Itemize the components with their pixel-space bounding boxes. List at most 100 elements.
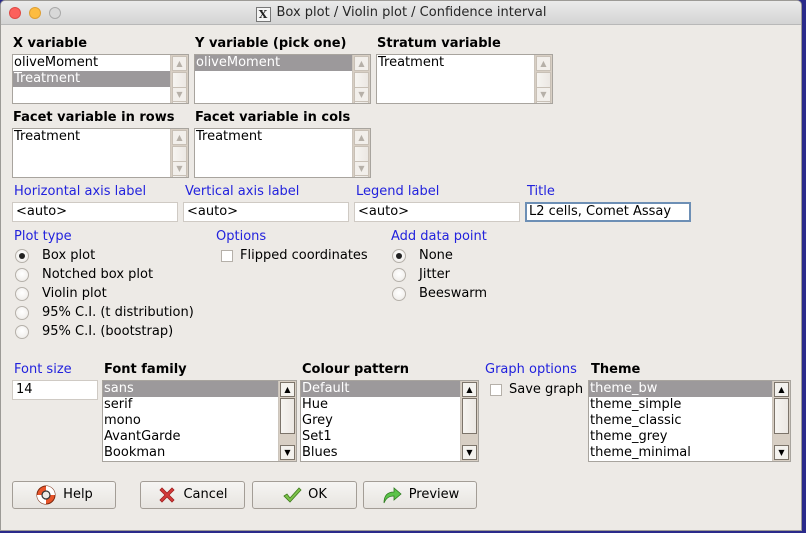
radio-selected[interactable] bbox=[392, 249, 406, 263]
list-item[interactable]: Bookman bbox=[103, 445, 278, 461]
graph-options-label: Graph options bbox=[485, 362, 577, 377]
ok-button[interactable]: OK bbox=[252, 481, 357, 509]
scroll-up-arrow-icon[interactable]: ▲ bbox=[536, 56, 551, 71]
data-point-beeswarm[interactable]: Beeswarm bbox=[392, 285, 492, 303]
scroll-up-arrow-icon[interactable]: ▲ bbox=[172, 130, 187, 145]
plot-type-box-plot[interactable]: Box plot bbox=[15, 247, 185, 265]
scroll-down-arrow-icon[interactable]: ▼ bbox=[774, 445, 789, 460]
data-point-jitter[interactable]: Jitter bbox=[392, 266, 492, 284]
checkbox[interactable] bbox=[221, 250, 233, 262]
radio-unselected[interactable] bbox=[392, 287, 406, 301]
scroll-down-arrow-icon[interactable]: ▼ bbox=[536, 87, 551, 102]
font-family-listbox[interactable]: sans serif mono AvantGarde Bookman ▲ ▼ bbox=[102, 380, 297, 462]
list-item[interactable]: Hue bbox=[301, 397, 460, 413]
scroll-down-arrow-icon[interactable]: ▼ bbox=[172, 87, 187, 102]
cancel-button[interactable]: Cancel bbox=[140, 481, 245, 509]
facet-cols-listbox[interactable]: Treatment ▲ ▼ bbox=[194, 128, 371, 178]
list-item[interactable]: theme_simple bbox=[589, 397, 772, 413]
scroll-down-arrow-icon[interactable]: ▼ bbox=[462, 445, 477, 460]
horizontal-axis-label-input[interactable]: <auto> bbox=[12, 202, 178, 222]
scrollbar[interactable]: ▲ ▼ bbox=[352, 55, 370, 103]
plot-type-ci-t[interactable]: 95% C.I. (t distribution) bbox=[15, 304, 205, 322]
title-input[interactable]: L2 cells, Comet Assay bbox=[525, 202, 691, 222]
y-variable-label: Y variable (pick one) bbox=[195, 36, 347, 51]
list-item[interactable]: AvantGarde bbox=[103, 429, 278, 445]
list-item[interactable]: theme_grey bbox=[589, 429, 772, 445]
scroll-down-arrow-icon[interactable]: ▼ bbox=[280, 445, 295, 460]
theme-listbox[interactable]: theme_bw theme_simple theme_classic them… bbox=[588, 380, 791, 462]
list-item[interactable]: oliveMoment bbox=[195, 55, 352, 71]
radio-selected[interactable] bbox=[15, 249, 29, 263]
scroll-thumb[interactable] bbox=[774, 398, 789, 434]
lifebuoy-icon bbox=[36, 485, 56, 505]
preview-button[interactable]: Preview bbox=[363, 481, 477, 509]
list-item[interactable]: Treatment bbox=[377, 55, 534, 71]
list-item[interactable]: Treatment bbox=[13, 129, 170, 145]
plot-type-label: Plot type bbox=[14, 229, 72, 244]
list-item[interactable]: sans bbox=[103, 381, 278, 397]
scroll-up-arrow-icon[interactable]: ▲ bbox=[354, 56, 369, 71]
scroll-down-arrow-icon[interactable]: ▼ bbox=[354, 161, 369, 176]
scrollbar[interactable]: ▲ ▼ bbox=[772, 381, 790, 461]
scroll-up-arrow-icon[interactable]: ▲ bbox=[280, 382, 295, 397]
checkbox[interactable] bbox=[490, 384, 502, 396]
plot-type-notched-box-plot[interactable]: Notched box plot bbox=[15, 266, 185, 284]
data-point-none[interactable]: None bbox=[392, 247, 492, 265]
radio-unselected[interactable] bbox=[15, 306, 29, 320]
window-title: Box plot / Violin plot / Confidence inte… bbox=[276, 5, 547, 20]
list-item[interactable]: Set1 bbox=[301, 429, 460, 445]
scrollbar[interactable]: ▲ ▼ bbox=[534, 55, 552, 103]
options-label: Options bbox=[216, 229, 267, 244]
help-button[interactable]: Help bbox=[12, 481, 116, 509]
stratum-variable-listbox[interactable]: Treatment ▲ ▼ bbox=[376, 54, 553, 104]
save-graph-checkbox[interactable]: Save graph bbox=[490, 381, 585, 399]
scroll-up-arrow-icon[interactable]: ▲ bbox=[462, 382, 477, 397]
dialog-window: X Box plot / Violin plot / Confidence int… bbox=[0, 0, 802, 531]
title-bar: X Box plot / Violin plot / Confidence int… bbox=[1, 1, 801, 25]
list-item[interactable]: oliveMoment bbox=[13, 55, 170, 71]
x-variable-listbox[interactable]: oliveMoment Treatment ▲ ▼ bbox=[12, 54, 189, 104]
add-data-point-label: Add data point bbox=[391, 229, 487, 244]
list-item[interactable]: theme_minimal bbox=[589, 445, 772, 461]
legend-label-input[interactable]: <auto> bbox=[354, 202, 520, 222]
x11-icon: X bbox=[255, 7, 271, 22]
scroll-thumb[interactable] bbox=[280, 398, 295, 434]
title-caption: Title bbox=[527, 184, 555, 199]
list-item[interactable]: theme_bw bbox=[589, 381, 772, 397]
scrollbar[interactable]: ▲ ▼ bbox=[278, 381, 296, 461]
radio-unselected[interactable] bbox=[15, 268, 29, 282]
facet-rows-listbox[interactable]: Treatment ▲ ▼ bbox=[12, 128, 189, 178]
scrollbar[interactable]: ▲ ▼ bbox=[170, 55, 188, 103]
scroll-down-arrow-icon[interactable]: ▼ bbox=[172, 161, 187, 176]
radio-unselected[interactable] bbox=[15, 325, 29, 339]
radio-unselected[interactable] bbox=[15, 287, 29, 301]
flipped-coordinates-checkbox[interactable]: Flipped coordinates bbox=[221, 247, 381, 265]
scroll-up-arrow-icon[interactable]: ▲ bbox=[354, 130, 369, 145]
y-variable-listbox[interactable]: oliveMoment ▲ ▼ bbox=[194, 54, 371, 104]
list-item[interactable]: Treatment bbox=[13, 71, 170, 87]
font-size-input[interactable]: 14 bbox=[12, 380, 98, 400]
legend-label-caption: Legend label bbox=[356, 184, 440, 199]
list-item[interactable]: Treatment bbox=[195, 129, 352, 145]
red-x-icon bbox=[159, 487, 176, 503]
scrollbar[interactable]: ▲ ▼ bbox=[170, 129, 188, 177]
colour-pattern-label: Colour pattern bbox=[302, 362, 410, 377]
scroll-up-arrow-icon[interactable]: ▲ bbox=[172, 56, 187, 71]
list-item[interactable]: Blues bbox=[301, 445, 460, 461]
plot-type-ci-bootstrap[interactable]: 95% C.I. (bootstrap) bbox=[15, 323, 205, 341]
list-item[interactable]: serif bbox=[103, 397, 278, 413]
list-item[interactable]: Grey bbox=[301, 413, 460, 429]
colour-pattern-listbox[interactable]: Default Hue Grey Set1 Blues ▲ ▼ bbox=[300, 380, 479, 462]
scroll-thumb[interactable] bbox=[462, 398, 477, 434]
x-variable-label: X variable bbox=[13, 36, 88, 51]
scrollbar[interactable]: ▲ ▼ bbox=[352, 129, 370, 177]
list-item[interactable]: theme_classic bbox=[589, 413, 772, 429]
vertical-axis-label-input[interactable]: <auto> bbox=[183, 202, 349, 222]
scrollbar[interactable]: ▲ ▼ bbox=[460, 381, 478, 461]
scroll-up-arrow-icon[interactable]: ▲ bbox=[774, 382, 789, 397]
plot-type-violin-plot[interactable]: Violin plot bbox=[15, 285, 185, 303]
radio-unselected[interactable] bbox=[392, 268, 406, 282]
scroll-down-arrow-icon[interactable]: ▼ bbox=[354, 87, 369, 102]
list-item[interactable]: mono bbox=[103, 413, 278, 429]
list-item[interactable]: Default bbox=[301, 381, 460, 397]
